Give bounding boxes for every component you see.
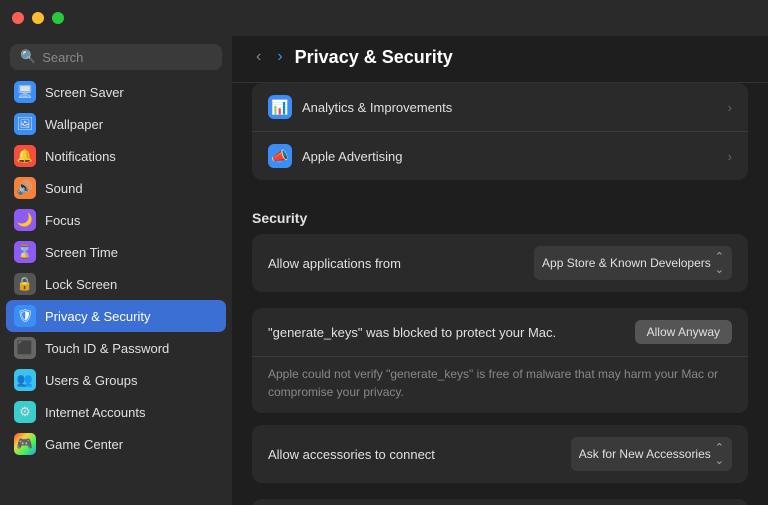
- allow-apps-select[interactable]: App Store & Known Developers ⌃⌄: [534, 246, 732, 280]
- accessories-value: Ask for New Accessories: [579, 447, 711, 461]
- notifications-icon: 🔔: [14, 145, 36, 167]
- sidebar: 🔍 Search 🖥 Screen Saver 🖼 Wallpaper 🔔 No…: [0, 0, 232, 505]
- analytics-row[interactable]: 📊 Analytics & Improvements ›: [252, 83, 748, 132]
- titlebar: [0, 0, 768, 36]
- filevault-row[interactable]: 🔒 FileVault On ›: [252, 499, 748, 505]
- sidebar-item-focus[interactable]: 🌙 Focus: [6, 204, 226, 236]
- accessories-select[interactable]: Ask for New Accessories ⌃⌄: [571, 437, 732, 471]
- sidebar-item-screen-time[interactable]: ⌛ Screen Time: [6, 236, 226, 268]
- sidebar-label-screen-time: Screen Time: [45, 245, 118, 260]
- fullscreen-button[interactable]: [52, 12, 64, 24]
- apple-advertising-row[interactable]: 📣 Apple Advertising ›: [252, 132, 748, 180]
- apple-advertising-icon: 📣: [268, 144, 292, 168]
- search-bar[interactable]: 🔍 Search: [10, 44, 222, 70]
- sidebar-label-touch-id: Touch ID & Password: [45, 341, 169, 356]
- sidebar-item-game-center[interactable]: 🎮 Game Center: [6, 428, 226, 460]
- blocked-card: "generate_keys" was blocked to protect y…: [252, 308, 748, 413]
- sidebar-list: 🖥 Screen Saver 🖼 Wallpaper 🔔 Notificatio…: [0, 76, 232, 505]
- users-groups-icon: 👥: [14, 369, 36, 391]
- minimize-button[interactable]: [32, 12, 44, 24]
- game-center-icon: 🎮: [14, 433, 36, 455]
- sidebar-label-game-center: Game Center: [45, 437, 123, 452]
- sidebar-item-users-groups[interactable]: 👥 Users & Groups: [6, 364, 226, 396]
- privacy-security-icon: 🛡: [14, 305, 36, 327]
- apple-advertising-row-left: 📣 Apple Advertising: [268, 144, 402, 168]
- focus-icon: 🌙: [14, 209, 36, 231]
- sidebar-label-sound: Sound: [45, 181, 83, 196]
- analytics-label: Analytics & Improvements: [302, 100, 452, 115]
- allow-apps-value: App Store & Known Developers: [542, 256, 711, 270]
- allow-apps-label: Allow applications from: [268, 256, 401, 271]
- security-section-header: Security: [252, 196, 748, 234]
- accessories-label: Allow accessories to connect: [268, 447, 435, 462]
- internet-accounts-icon: ⚙: [14, 401, 36, 423]
- sidebar-item-privacy-security[interactable]: 🛡 Privacy & Security: [6, 300, 226, 332]
- sidebar-label-internet-accounts: Internet Accounts: [45, 405, 145, 420]
- sidebar-label-privacy-security: Privacy & Security: [45, 309, 150, 324]
- analytics-icon: 📊: [268, 95, 292, 119]
- analytics-chevron: ›: [728, 100, 732, 115]
- screen-time-icon: ⌛: [14, 241, 36, 263]
- touch-id-icon: ⬛: [14, 337, 36, 359]
- content-body: 📊 Analytics & Improvements › 📣 Apple Adv…: [232, 83, 768, 505]
- main-content: ‹ › Privacy & Security 📊 Analytics & Imp…: [232, 0, 768, 505]
- apple-advertising-label: Apple Advertising: [302, 149, 402, 164]
- sound-icon: 🔊: [14, 177, 36, 199]
- allow-apps-card: Allow applications from App Store & Know…: [252, 234, 748, 292]
- sidebar-label-screen-saver: Screen Saver: [45, 85, 124, 100]
- blocked-sub-text: Apple could not verify "generate_keys" i…: [252, 357, 748, 413]
- close-button[interactable]: [12, 12, 24, 24]
- blocked-message: "generate_keys" was blocked to protect y…: [268, 325, 556, 340]
- apple-advertising-chevron: ›: [728, 149, 732, 164]
- sidebar-item-sound[interactable]: 🔊 Sound: [6, 172, 226, 204]
- blocked-main-row: "generate_keys" was blocked to protect y…: [252, 308, 748, 357]
- sidebar-label-wallpaper: Wallpaper: [45, 117, 103, 132]
- sidebar-item-wallpaper[interactable]: 🖼 Wallpaper: [6, 108, 226, 140]
- accessories-row[interactable]: Allow accessories to connect Ask for New…: [252, 425, 748, 483]
- allow-apps-chevron-icon: ⌃⌄: [715, 250, 724, 276]
- page-title: Privacy & Security: [295, 47, 453, 68]
- analytics-advertising-card: 📊 Analytics & Improvements › 📣 Apple Adv…: [252, 83, 748, 180]
- allow-apps-row[interactable]: Allow applications from App Store & Know…: [252, 234, 748, 292]
- search-icon: 🔍: [20, 49, 36, 65]
- sidebar-item-lock-screen[interactable]: 🔒 Lock Screen: [6, 268, 226, 300]
- accessories-card: Allow accessories to connect Ask for New…: [252, 425, 748, 483]
- forward-button[interactable]: ›: [273, 46, 286, 68]
- sidebar-label-lock-screen: Lock Screen: [45, 277, 117, 292]
- sidebar-label-notifications: Notifications: [45, 149, 116, 164]
- sidebar-label-users-groups: Users & Groups: [45, 373, 137, 388]
- sidebar-item-screen-saver[interactable]: 🖥 Screen Saver: [6, 76, 226, 108]
- sidebar-item-notifications[interactable]: 🔔 Notifications: [6, 140, 226, 172]
- lock-screen-icon: 🔒: [14, 273, 36, 295]
- back-button[interactable]: ‹: [252, 46, 265, 68]
- allow-anyway-button[interactable]: Allow Anyway: [635, 320, 732, 344]
- sidebar-item-touch-id[interactable]: ⬛ Touch ID & Password: [6, 332, 226, 364]
- accessories-chevron-icon: ⌃⌄: [715, 441, 724, 467]
- wallpaper-icon: 🖼: [14, 113, 36, 135]
- sidebar-label-focus: Focus: [45, 213, 80, 228]
- screen-saver-icon: 🖥: [14, 81, 36, 103]
- sidebar-item-internet-accounts[interactable]: ⚙ Internet Accounts: [6, 396, 226, 428]
- search-placeholder: Search: [42, 50, 83, 65]
- main-header: ‹ › Privacy & Security: [232, 36, 768, 83]
- filevault-lockdown-card: 🔒 FileVault On › 🛡 Lockdown Mode Off ›: [252, 499, 748, 505]
- analytics-row-left: 📊 Analytics & Improvements: [268, 95, 452, 119]
